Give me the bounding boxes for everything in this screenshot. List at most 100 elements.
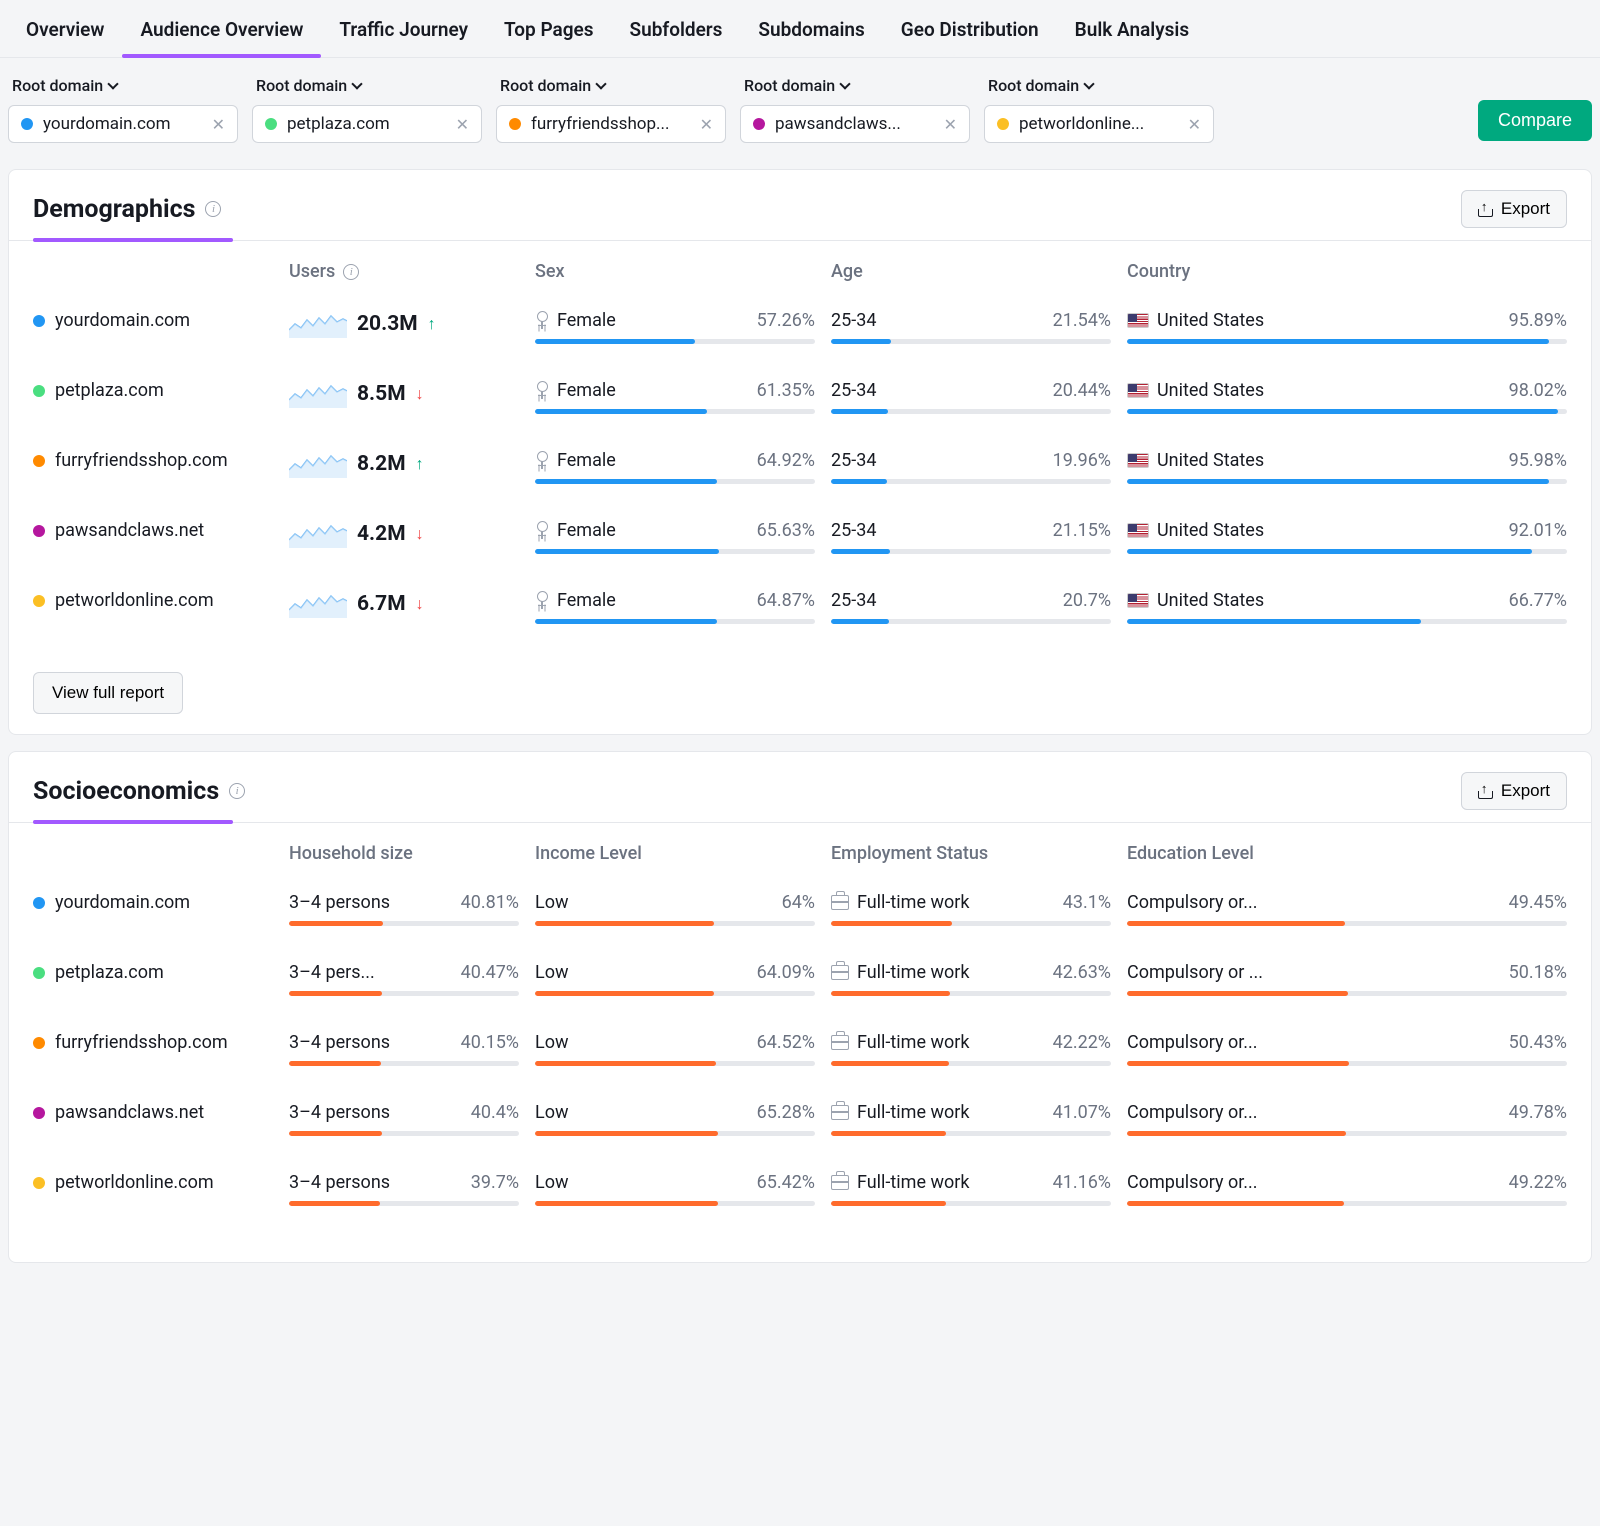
age-pct: 21.15%: [1053, 520, 1111, 541]
users-value: 4.2M: [357, 522, 406, 546]
close-icon[interactable]: ✕: [700, 115, 713, 134]
sparkline: [289, 520, 347, 548]
female-icon: [535, 381, 549, 401]
chip-label: yourdomain.com: [43, 114, 171, 134]
domain-chip[interactable]: pawsandclaws... ✕: [740, 105, 970, 143]
employment-label: Full-time work: [857, 892, 969, 913]
domain-chip[interactable]: furryfriendsshop... ✕: [496, 105, 726, 143]
tab-top-pages[interactable]: Top Pages: [486, 0, 612, 57]
domain-name: furryfriendsshop.com: [55, 1032, 228, 1053]
root-domain-dropdown[interactable]: Root domain: [8, 74, 238, 97]
progress-bar: [1127, 921, 1567, 926]
users-value: 6.7M: [357, 592, 406, 616]
age-label: 25-34: [831, 520, 876, 541]
col-education: Education Level: [1127, 843, 1567, 864]
progress-bar: [831, 619, 1111, 624]
color-dot: [33, 455, 45, 467]
domain-name: petworldonline.com: [55, 590, 214, 611]
col-employment: Employment Status: [831, 843, 1111, 864]
domain-name: pawsandclaws.net: [55, 1102, 204, 1123]
income-pct: 64.09%: [757, 962, 815, 983]
country-label: United States: [1157, 450, 1264, 471]
tab-bulk-analysis[interactable]: Bulk Analysis: [1057, 0, 1207, 57]
info-icon[interactable]: i: [343, 264, 359, 280]
color-dot: [33, 385, 45, 397]
country-pct: 92.01%: [1509, 520, 1567, 541]
table-row: petworldonline.com 3–4 persons39.7% Low6…: [33, 1172, 1567, 1206]
domain-chip[interactable]: petworldonline... ✕: [984, 105, 1214, 143]
sparkline: [289, 590, 347, 618]
tab-traffic-journey[interactable]: Traffic Journey: [321, 0, 486, 57]
tab-audience-overview[interactable]: Audience Overview: [122, 0, 321, 57]
education-pct: 49.78%: [1509, 1102, 1567, 1123]
progress-bar: [289, 1201, 519, 1206]
table-row: furryfriendsshop.com 3–4 persons40.15% L…: [33, 1032, 1567, 1066]
sex-pct: 61.35%: [757, 380, 815, 401]
close-icon[interactable]: ✕: [1188, 115, 1201, 134]
progress-bar: [535, 479, 815, 484]
table-row: yourdomain.com 3–4 persons40.81% Low64% …: [33, 892, 1567, 926]
view-full-report-button[interactable]: View full report: [33, 672, 183, 714]
root-domain-dropdown[interactable]: Root domain: [252, 74, 482, 97]
color-dot: [33, 1107, 45, 1119]
sparkline: [289, 450, 347, 478]
household-pct: 40.4%: [471, 1102, 519, 1123]
col-age: Age: [831, 261, 1111, 282]
info-icon[interactable]: i: [229, 783, 245, 799]
country-label: United States: [1157, 520, 1264, 541]
root-domain-dropdown[interactable]: Root domain: [496, 74, 726, 97]
domain-chip[interactable]: petplaza.com ✕: [252, 105, 482, 143]
progress-bar: [535, 1201, 815, 1206]
sex-pct: 64.87%: [757, 590, 815, 611]
col-income: Income Level: [535, 843, 815, 864]
domain-filter-row: Root domain yourdomain.com ✕ Root domain…: [0, 58, 1600, 153]
export-button[interactable]: Export: [1461, 190, 1567, 228]
tab-geo-distribution[interactable]: Geo Distribution: [883, 0, 1057, 57]
tab-subfolders[interactable]: Subfolders: [612, 0, 741, 57]
close-icon[interactable]: ✕: [944, 115, 957, 134]
info-icon[interactable]: i: [205, 201, 221, 217]
col-household: Household size: [289, 843, 519, 864]
income-pct: 64.52%: [757, 1032, 815, 1053]
trend-icon: ↑: [416, 454, 424, 474]
close-icon[interactable]: ✕: [456, 115, 469, 134]
tab-subdomains[interactable]: Subdomains: [740, 0, 882, 57]
col-country: Country: [1127, 261, 1567, 282]
progress-bar: [831, 921, 1111, 926]
age-pct: 21.54%: [1053, 310, 1111, 331]
employment-pct: 42.22%: [1053, 1032, 1111, 1053]
export-button[interactable]: Export: [1461, 772, 1567, 810]
employment-pct: 41.07%: [1053, 1102, 1111, 1123]
sex-pct: 57.26%: [757, 310, 815, 331]
compare-button[interactable]: Compare: [1478, 100, 1592, 141]
table-row: petplaza.com 8.5M↓ Female61.35% 25-3420.…: [33, 380, 1567, 414]
tab-overview[interactable]: Overview: [8, 0, 122, 57]
root-domain-dropdown[interactable]: Root domain: [740, 74, 970, 97]
color-dot: [997, 118, 1009, 130]
sparkline: [289, 310, 347, 338]
income-pct: 64%: [782, 892, 815, 913]
age-label: 25-34: [831, 590, 876, 611]
root-domain-dropdown[interactable]: Root domain: [984, 74, 1214, 97]
education-label: Compulsory or ...: [1127, 962, 1263, 983]
progress-bar: [1127, 479, 1567, 484]
chevron-down-icon: [1084, 78, 1095, 89]
progress-bar: [535, 619, 815, 624]
domain-name: yourdomain.com: [55, 892, 190, 913]
color-dot: [509, 118, 521, 130]
color-dot: [33, 525, 45, 537]
sparkline: [289, 380, 347, 408]
us-flag-icon: [1127, 523, 1149, 538]
color-dot: [21, 118, 33, 130]
close-icon[interactable]: ✕: [212, 115, 225, 134]
users-value: 20.3M: [357, 312, 418, 336]
table-row: yourdomain.com 20.3M↑ Female57.26% 25-34…: [33, 310, 1567, 344]
education-label: Compulsory or...: [1127, 1172, 1258, 1193]
female-icon: [535, 591, 549, 611]
progress-bar: [831, 549, 1111, 554]
employment-pct: 43.1%: [1063, 892, 1111, 913]
briefcase-icon: [831, 1105, 849, 1120]
household-label: 3–4 persons: [289, 1032, 390, 1053]
progress-bar: [831, 1131, 1111, 1136]
domain-chip[interactable]: yourdomain.com ✕: [8, 105, 238, 143]
